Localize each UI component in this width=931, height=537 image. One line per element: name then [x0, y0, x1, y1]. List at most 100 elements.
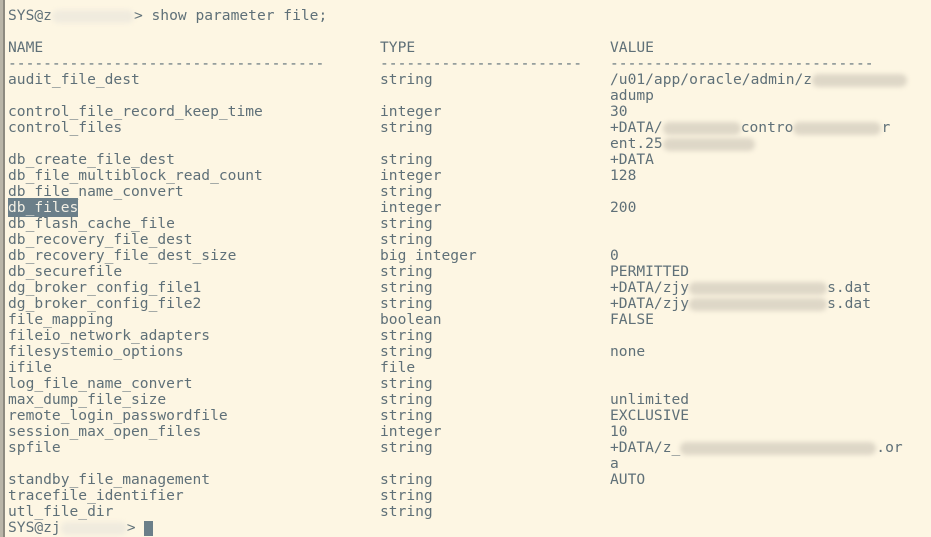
table-row[interactable]: log_file_name_convert string	[8, 376, 931, 392]
text-cursor	[144, 521, 154, 536]
param-value-tail: s.dat	[827, 279, 872, 296]
table-row[interactable]: db_recovery_file_dest_size big integer 0	[8, 248, 931, 264]
table-row[interactable]: db_create_file_dest string +DATA	[8, 152, 931, 168]
param-value-tail: .or	[876, 439, 903, 456]
param-name: db_file_multiblock_read_count	[8, 167, 263, 184]
param-type: string	[380, 375, 433, 392]
param-type: big integer	[380, 247, 477, 264]
param-name: db_securefile	[8, 263, 123, 280]
param-name: file_mapping	[8, 311, 114, 328]
table-row-continuation: a	[8, 456, 931, 472]
param-type: string	[380, 215, 433, 232]
param-value: PERMITTED	[610, 263, 690, 280]
param-name: filesystemio_options	[8, 343, 184, 360]
param-value: +DATA	[610, 151, 654, 168]
table-row[interactable]: session_max_open_files integer 10	[8, 424, 931, 440]
param-type: string	[380, 439, 433, 456]
table-row[interactable]: fileio_network_adapters string	[8, 328, 931, 344]
param-type: string	[380, 391, 433, 408]
final-prompt-line[interactable]: SYS@zj >	[8, 520, 931, 536]
param-name: max_dump_file_size	[8, 391, 167, 408]
param-value-text: +DATA/	[610, 119, 663, 136]
param-type: string	[380, 295, 433, 312]
param-type: string	[380, 151, 433, 168]
table-row[interactable]: db_file_multiblock_read_count integer 12…	[8, 168, 931, 184]
param-value: +DATA/contro r	[610, 120, 890, 136]
table-row[interactable]: max_dump_file_size string unlimited	[8, 392, 931, 408]
header-name: NAME	[8, 39, 44, 56]
value-redaction	[793, 121, 882, 135]
param-type: string	[380, 471, 433, 488]
terminal-screen[interactable]: SYS@z > show parameter file; NAME TYPE VA…	[8, 4, 931, 537]
table-row[interactable]: file_mapping boolean FALSE	[8, 312, 931, 328]
param-value-cont: adump	[610, 87, 654, 104]
table-row[interactable]: remote_login_passwordfile string EXCLUSI…	[8, 408, 931, 424]
rule-name: ------------------------------------	[8, 55, 325, 72]
final-prompt-suffix: >	[126, 519, 145, 536]
param-value: +DATA/z_ .or	[610, 440, 903, 456]
table-row[interactable]: filesystemio_options string none	[8, 344, 931, 360]
table-row-selected[interactable]: db_files integer 200	[8, 198, 931, 217]
prompt-suffix: >	[133, 7, 152, 24]
table-row[interactable]: utl_file_dir string	[8, 504, 931, 520]
param-value: 30	[610, 103, 628, 120]
param-name: remote_login_passwordfile	[8, 407, 228, 424]
param-value-tail: s.dat	[827, 295, 872, 312]
param-value: 128	[610, 167, 637, 184]
param-name: db_create_file_dest	[8, 151, 175, 168]
param-name: fileio_network_adapters	[8, 327, 211, 344]
param-name: control_files	[8, 119, 123, 136]
param-name: tracefile_identifier	[8, 487, 184, 504]
param-value: AUTO	[610, 471, 646, 488]
table-row[interactable]: db_recovery_file_dest string	[8, 232, 931, 248]
param-value-text: +DATA/z_	[610, 439, 681, 456]
table-row[interactable]: ifile file	[8, 360, 931, 376]
param-type: string	[380, 487, 433, 504]
param-type: integer	[380, 167, 442, 184]
header-type: TYPE	[380, 39, 416, 56]
table-row[interactable]: dg_broker_config_file1 string +DATA/zjy s…	[8, 280, 931, 296]
param-name-selected[interactable]: db_files	[8, 198, 79, 217]
final-prompt-prefix: SYS@zj	[8, 519, 61, 536]
header-value: VALUE	[610, 39, 654, 56]
final-prompt-redaction	[60, 521, 127, 535]
param-name: log_file_name_convert	[8, 375, 193, 392]
table-row[interactable]: db_flash_cache_file string	[8, 216, 931, 232]
table-row[interactable]: db_securefile string PERMITTED	[8, 264, 931, 280]
rule-value: ------------------------------	[610, 55, 874, 72]
table-row-continuation: adump	[8, 88, 931, 104]
rule-type: -----------------------	[380, 55, 583, 72]
param-type: integer	[380, 199, 442, 216]
table-row[interactable]: control_files string +DATA/contro r	[8, 120, 931, 136]
table-row[interactable]: dg_broker_config_file2 string +DATA/zjy s…	[8, 296, 931, 312]
param-type: string	[380, 263, 433, 280]
table-row[interactable]: standby_file_management string AUTO	[8, 472, 931, 488]
table-row[interactable]: control_file_record_keep_time integer 30	[8, 104, 931, 120]
prompt-row: SYS@z > show parameter file;	[8, 6, 327, 26]
column-headers: NAME TYPE VALUE	[8, 40, 931, 56]
param-value-text: +DATA/zjy	[610, 279, 690, 296]
param-value: +DATA/zjy s.dat	[610, 280, 871, 296]
value-redaction	[689, 281, 828, 295]
terminal-window[interactable]: SYS@z > show parameter file; NAME TYPE VA…	[0, 0, 931, 537]
param-value-mid: contro	[740, 119, 794, 136]
param-name: utl_file_dir	[8, 503, 114, 520]
table-row[interactable]: spfile string +DATA/z_ .or	[8, 440, 931, 456]
param-value: /u01/app/oracle/admin/z	[610, 72, 908, 88]
value-redaction	[662, 121, 741, 135]
param-type: integer	[380, 103, 442, 120]
param-name: db_flash_cache_file	[8, 215, 175, 232]
final-prompt-row[interactable]: SYS@zj >	[8, 519, 154, 536]
param-value-tail: r	[881, 119, 891, 136]
prompt-prefix: SYS@z	[8, 7, 52, 24]
param-name: spfile	[8, 439, 61, 456]
table-row[interactable]: db_file_name_convert string	[8, 184, 931, 200]
param-type: integer	[380, 423, 442, 440]
param-value-cont-text: ent.25	[610, 135, 663, 152]
param-type: string	[380, 343, 433, 360]
table-row[interactable]: audit_file_dest string /u01/app/oracle/a…	[8, 72, 931, 88]
table-row[interactable]: tracefile_identifier string	[8, 488, 931, 504]
param-value: unlimited	[610, 391, 690, 408]
prompt-redaction	[51, 9, 134, 23]
